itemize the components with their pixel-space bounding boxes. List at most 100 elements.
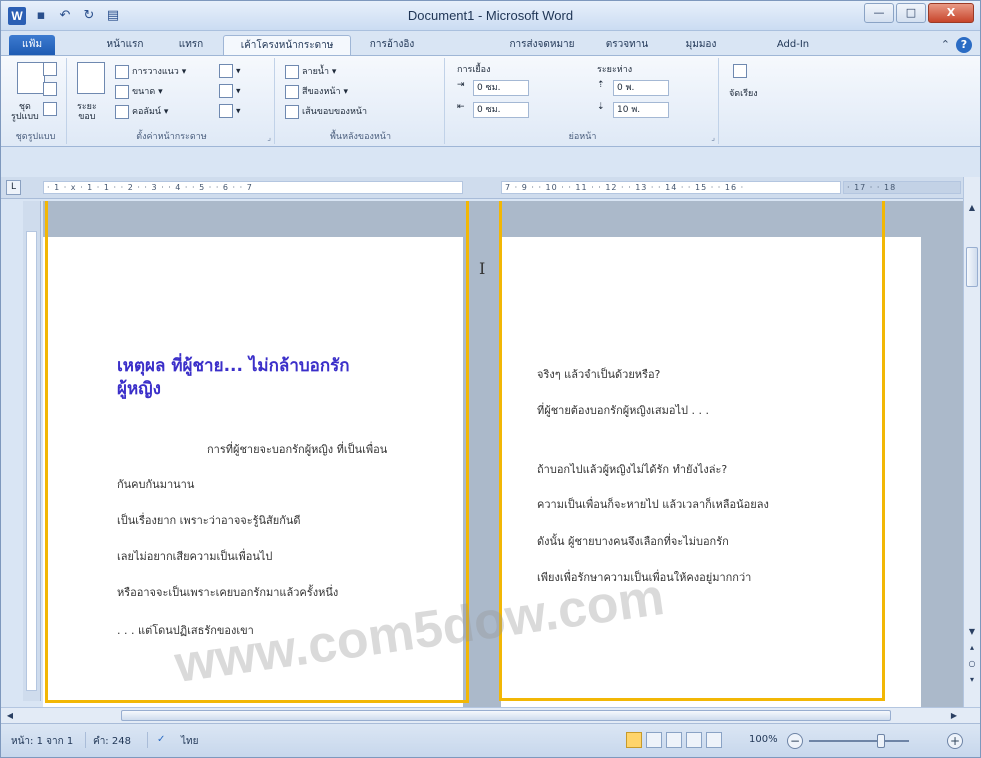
tab-insert[interactable]: แทรก <box>161 35 221 55</box>
web-layout-view-icon[interactable] <box>666 732 682 748</box>
group-arrange: จัดเรียง <box>721 58 771 144</box>
orientation-button[interactable]: การวางแนว ▾ <box>115 64 186 79</box>
ruler-margin: · 17 · · 18 <box>843 181 961 194</box>
line-numbers-button[interactable]: ▾ <box>219 84 241 98</box>
window-controls: — □ X <box>864 3 974 23</box>
group-paragraph: การเยื้อง ⇥ 0 ซม. ⇤ 0 ซม. ระยะห่าง ⇡ 0 พ… <box>447 58 719 144</box>
print-layout-view-icon[interactable] <box>626 732 642 748</box>
help-area: ⌃ ? <box>941 37 972 53</box>
text-cursor-icon: I <box>479 259 486 278</box>
indent-left-input[interactable]: 0 ซม. <box>473 80 529 96</box>
indent-title: การเยื้อง <box>457 65 491 75</box>
spacing-title: ระยะห่าง <box>597 65 633 75</box>
group-themes: ชุด รูปแบบ ชุดรูปแบบ <box>5 58 67 144</box>
theme-colors-button[interactable] <box>43 62 60 76</box>
margins-label: ระยะ ขอบ <box>77 102 97 122</box>
next-page-icon[interactable]: ▾ <box>965 673 979 687</box>
theme-fonts-icon <box>43 82 57 96</box>
margins-button[interactable] <box>77 62 108 94</box>
margins-icon <box>77 62 105 94</box>
close-button[interactable]: X <box>928 3 974 23</box>
zoom-in-icon[interactable]: + <box>947 733 963 749</box>
size-button[interactable]: ขนาด ▾ <box>115 84 163 99</box>
page-setup-launcher-icon[interactable]: ⌟ <box>267 133 271 142</box>
theme-colors-icon <box>43 62 57 76</box>
horizontal-scrollbar[interactable]: ◀ ▶ <box>1 707 980 723</box>
status-page[interactable]: หน้า: 1 จาก 1 <box>11 734 73 749</box>
scroll-up-icon[interactable]: ▲ <box>965 201 979 215</box>
hyphenation-icon <box>219 104 233 118</box>
spacing-before-input[interactable]: 0 พ. <box>613 80 669 96</box>
prev-page-icon[interactable]: ▴ <box>965 641 979 655</box>
spacing-after-icon: ⇣ <box>597 102 605 112</box>
scroll-left-icon[interactable]: ◀ <box>3 709 17 723</box>
page-color-button[interactable]: สีของหน้า ▾ <box>285 84 348 99</box>
group-page-background: ลายน้ำ ▾ สีของหน้า ▾ เส้นขอบของหน้า พื้น… <box>277 58 445 144</box>
full-screen-view-icon[interactable] <box>646 732 662 748</box>
zoom-level[interactable]: 100% <box>749 734 778 745</box>
tab-add-in[interactable]: Add-In <box>763 35 823 55</box>
minimize-ribbon-icon[interactable]: ⌃ <box>941 37 950 53</box>
outline-view-icon[interactable] <box>686 732 702 748</box>
indent-left-icon: ⇥ <box>457 80 465 90</box>
group-page-setup: ระยะ ขอบ การวางแนว ▾ ขนาด ▾ คอลัมน์ ▾ ▾ … <box>69 58 275 144</box>
horizontal-scroll-thumb[interactable] <box>121 710 891 721</box>
minimize-button[interactable]: — <box>864 3 894 23</box>
zoom-slider[interactable] <box>809 740 909 742</box>
status-separator <box>147 732 148 748</box>
tab-home[interactable]: หน้าแรก <box>93 35 157 55</box>
tab-view[interactable]: มุมมอง <box>671 35 731 55</box>
spelling-check-icon[interactable]: ✓ <box>157 734 165 745</box>
watermark-button[interactable]: ลายน้ำ ▾ <box>285 64 336 79</box>
columns-icon <box>115 104 129 119</box>
tab-review[interactable]: ตรวจทาน <box>597 35 657 55</box>
draft-view-icon[interactable] <box>706 732 722 748</box>
tab-references[interactable]: การอ้างอิง <box>355 35 429 55</box>
tab-selector-icon[interactable]: L <box>6 180 21 195</box>
group-label-page-background: พื้นหลังของหน้า <box>329 132 392 142</box>
scroll-right-icon[interactable]: ▶ <box>947 709 961 723</box>
tab-page-layout[interactable]: เค้าโครงหน้ากระดาษ <box>223 35 351 55</box>
orientation-icon <box>115 64 129 79</box>
tab-mailings[interactable]: การส่งจดหมาย <box>497 35 587 55</box>
page-color-icon <box>285 84 299 99</box>
vertical-ruler-scale <box>26 231 37 691</box>
columns-button[interactable]: คอลัมน์ ▾ <box>115 104 168 119</box>
indent-right-input[interactable]: 0 ซม. <box>473 102 529 118</box>
theme-effects-icon <box>43 102 57 116</box>
title-bar: W ▪ ↶ ↻ ▤ Document1 - Microsoft Word — □… <box>1 1 980 31</box>
theme-effects-button[interactable] <box>43 102 60 116</box>
maximize-button[interactable]: □ <box>896 3 926 23</box>
scroll-down-icon[interactable]: ▼ <box>965 625 979 639</box>
theme-fonts-button[interactable] <box>43 82 60 96</box>
ruler-right-page[interactable]: 7 · 9 · · 10 · · 11 · · 12 · · 13 · · 14… <box>501 181 841 194</box>
status-separator <box>85 732 86 748</box>
group-label-themes: ชุดรูปแบบ <box>15 132 56 142</box>
zoom-slider-handle[interactable] <box>877 734 885 748</box>
zoom-out-icon[interactable]: − <box>787 733 803 749</box>
arrange-button[interactable] <box>733 64 750 78</box>
size-icon <box>115 84 129 99</box>
status-language[interactable]: ไทย <box>181 734 198 749</box>
vertical-scroll-thumb[interactable] <box>966 247 978 287</box>
help-icon[interactable]: ? <box>956 37 972 53</box>
indent-right-icon: ⇤ <box>457 102 465 112</box>
spacing-after-input[interactable]: 10 พ. <box>613 102 669 118</box>
vertical-scrollbar[interactable]: ▲ ▼ ▴ ○ ▾ <box>963 177 980 707</box>
arrange-label: จัดเรียง <box>729 89 758 99</box>
document-area: เหตุผล ที่ผู้ชาย... ไม่กล้าบอกรัก ผู้หญิ… <box>43 201 963 707</box>
hyphenation-button[interactable]: ▾ <box>219 104 241 118</box>
breaks-button[interactable]: ▾ <box>219 64 241 78</box>
themes-label: ชุด รูปแบบ <box>11 102 39 122</box>
page-borders-button[interactable]: เส้นขอบของหน้า <box>285 104 367 119</box>
status-words[interactable]: คำ: 248 <box>93 734 131 749</box>
vertical-ruler <box>23 201 41 701</box>
paragraph-launcher-icon[interactable]: ⌟ <box>711 133 715 142</box>
watermark-icon <box>285 64 299 79</box>
ruler-left-page[interactable]: · 1 · ⅹ · 1 · 1 · · 2 · · 3 · · 4 · · 5 … <box>43 181 463 194</box>
browse-object-icon[interactable]: ○ <box>965 657 979 671</box>
tab-file[interactable]: แฟ้ม <box>9 35 55 55</box>
ribbon-page-layout: ชุด รูปแบบ ชุดรูปแบบ ระยะ ขอบ การวางแนว … <box>1 55 980 147</box>
arrange-icon <box>733 64 747 78</box>
group-label-page-setup: ตั้งค่าหน้ากระดาษ <box>136 132 207 142</box>
